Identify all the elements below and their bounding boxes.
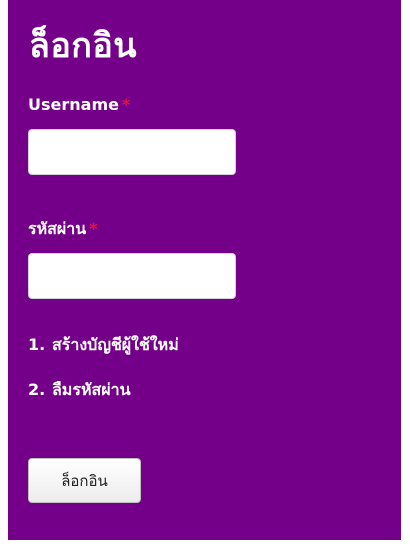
username-label-text: Username [28, 95, 119, 114]
login-button[interactable]: ล็อกอิน [28, 458, 141, 503]
list-number: 2. [28, 380, 46, 399]
forgot-password-link[interactable]: ลืมรหัสผ่าน [52, 380, 131, 399]
password-label: รหัสผ่าน * [28, 219, 98, 239]
username-label: Username * [28, 95, 130, 115]
username-input[interactable] [28, 129, 236, 175]
login-title: ล็อกอิน [29, 26, 138, 66]
account-links-list: 1. สร้างบัญชีผู้ใช้ใหม่ 2. ลืมรหัสผ่าน [28, 335, 179, 425]
password-input[interactable] [28, 253, 236, 299]
login-panel: ล็อกอิน Username * รหัสผ่าน * 1. สร้างบัญชี… [8, 0, 401, 540]
list-number: 1. [28, 335, 46, 354]
password-label-text: รหัสผ่าน [28, 219, 87, 238]
list-item: 1. สร้างบัญชีผู้ใช้ใหม่ [28, 335, 179, 380]
create-account-link[interactable]: สร้างบัญชีผู้ใช้ใหม่ [52, 335, 179, 354]
required-marker: * [121, 95, 131, 114]
required-marker: * [89, 219, 98, 238]
list-item: 2. ลืมรหัสผ่าน [28, 380, 179, 425]
